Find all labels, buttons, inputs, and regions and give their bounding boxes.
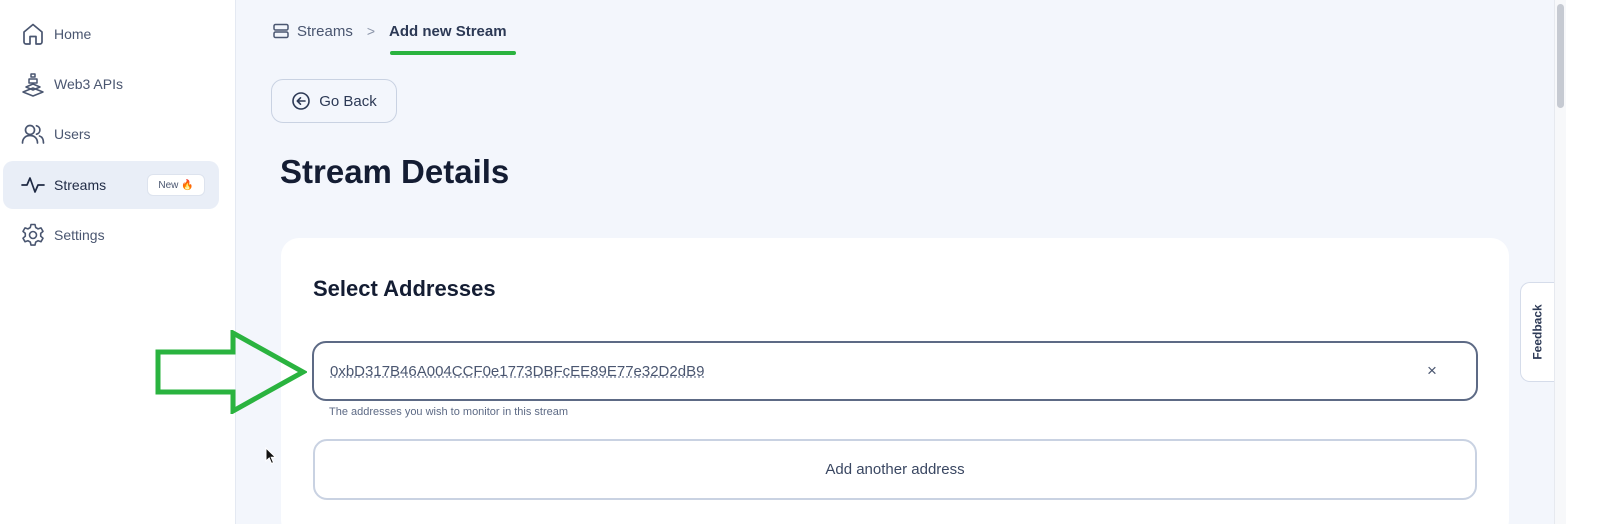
annotation-underline [390,51,516,55]
feedback-tab[interactable]: Feedback [1520,282,1554,382]
cursor-icon [265,447,277,465]
main-content: Streams > Add new Stream Go Back Stream … [237,0,1554,524]
card-title: Select Addresses [313,276,496,301]
scrollbar-thumb[interactable] [1557,4,1564,108]
breadcrumb-separator: > [366,23,376,39]
page-scrollbar[interactable] [1554,0,1566,524]
users-icon [20,121,46,147]
circle-arrow-left-icon [292,92,311,110]
breadcrumb-streams-link[interactable]: Streams [297,23,353,40]
home-icon [20,21,46,47]
go-back-button[interactable]: Go Back [271,79,397,123]
sidebar: Home Web3 APIs Users Streams New 🔥 Setti… [0,0,236,524]
sidebar-item-label: Home [54,26,92,42]
blocks-icon [20,71,46,97]
sidebar-item-web3-apis[interactable]: Web3 APIs [3,60,219,108]
server-icon [273,23,289,39]
breadcrumb: Streams > Add new Stream [272,22,507,40]
address-helper-text: The addresses you wish to monitor in thi… [329,406,569,418]
sidebar-item-label: Web3 APIs [54,76,124,92]
page-title: Stream Details [280,153,510,190]
sidebar-item-settings[interactable]: Settings [3,211,219,259]
sidebar-item-label: Streams [54,177,107,193]
gear-icon [20,222,46,248]
go-back-label: Go Back [319,92,377,110]
sidebar-item-label: Settings [54,227,105,243]
activity-icon [20,172,46,198]
sidebar-item-home[interactable]: Home [3,10,219,58]
address-input[interactable] [330,362,1330,380]
address-field[interactable]: × [312,341,1478,401]
sidebar-item-label: Users [54,126,91,142]
new-badge: New 🔥 [147,174,205,196]
add-another-address-button[interactable]: Add another address [313,439,1477,500]
window-edge [1566,0,1600,524]
sidebar-item-users[interactable]: Users [3,110,219,158]
breadcrumb-current: Add new Stream [389,22,507,40]
close-icon[interactable]: × [1422,360,1442,382]
annotation-arrow-icon [155,330,307,414]
feedback-label: Feedback [1530,304,1545,360]
sidebar-item-streams[interactable]: Streams New 🔥 [3,161,219,209]
select-addresses-card: Select Addresses × The addresses you wis… [281,238,1509,524]
